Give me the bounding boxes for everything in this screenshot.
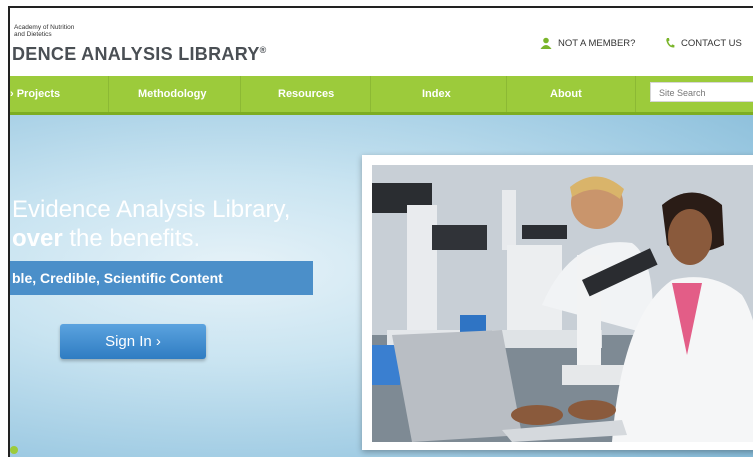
hero-headline: Evidence Analysis Library, over the bene… xyxy=(12,195,290,253)
nav-item-about[interactable]: About xyxy=(550,76,582,112)
lab-photo-frame xyxy=(362,155,753,450)
nav-divider xyxy=(635,76,636,112)
nav-divider xyxy=(240,76,241,112)
nav-divider xyxy=(370,76,371,112)
lab-photo xyxy=(372,165,753,442)
headline-bold-word: over xyxy=(12,225,63,252)
site-search-input[interactable]: Site Search xyxy=(650,82,753,102)
nav-item-methodology[interactable]: Methodology xyxy=(138,76,206,112)
org-line-1: Academy of Nutrition xyxy=(14,24,75,31)
site-header: Academy of Nutrition and Dietetics DENCE… xyxy=(10,8,753,76)
sign-in-button[interactable]: Sign In › xyxy=(60,324,206,359)
nav-divider xyxy=(506,76,507,112)
library-logo-title[interactable]: DENCE ANALYSIS LIBRARY® xyxy=(12,44,267,65)
library-title-text: DENCE ANALYSIS LIBRARY xyxy=(12,44,260,64)
main-nav: › Projects Methodology Resources Index A… xyxy=(10,76,753,115)
nav-divider xyxy=(108,76,109,112)
registered-mark: ® xyxy=(259,45,267,55)
person-icon xyxy=(540,37,552,49)
org-line-2: and Dietetics xyxy=(14,31,52,38)
headline-rest: the benefits. xyxy=(62,225,201,252)
nav-item-projects[interactable]: › Projects xyxy=(10,76,60,112)
nav-item-index[interactable]: Index xyxy=(422,76,451,112)
phone-icon xyxy=(666,38,675,48)
content-banner: ble, Credible, Scientific Content xyxy=(10,261,313,295)
headline-line-1: Evidence Analysis Library, xyxy=(12,196,291,223)
org-name: Academy of Nutrition and Dietetics xyxy=(14,24,74,38)
browser-viewport: Academy of Nutrition and Dietetics DENCE… xyxy=(8,6,753,457)
not-member-label: NOT A MEMBER? xyxy=(558,37,636,49)
headline-line-2: over the benefits. xyxy=(12,224,290,253)
corner-dot-icon xyxy=(10,446,18,454)
not-member-link[interactable]: NOT A MEMBER? xyxy=(540,37,635,49)
lab-scene-illustration xyxy=(372,165,753,442)
nav-item-resources[interactable]: Resources xyxy=(278,76,334,112)
contact-us-label: CONTACT US xyxy=(681,37,742,49)
hero-section: Evidence Analysis Library, over the bene… xyxy=(10,115,753,457)
contact-us-link[interactable]: CONTACT US xyxy=(665,37,742,49)
